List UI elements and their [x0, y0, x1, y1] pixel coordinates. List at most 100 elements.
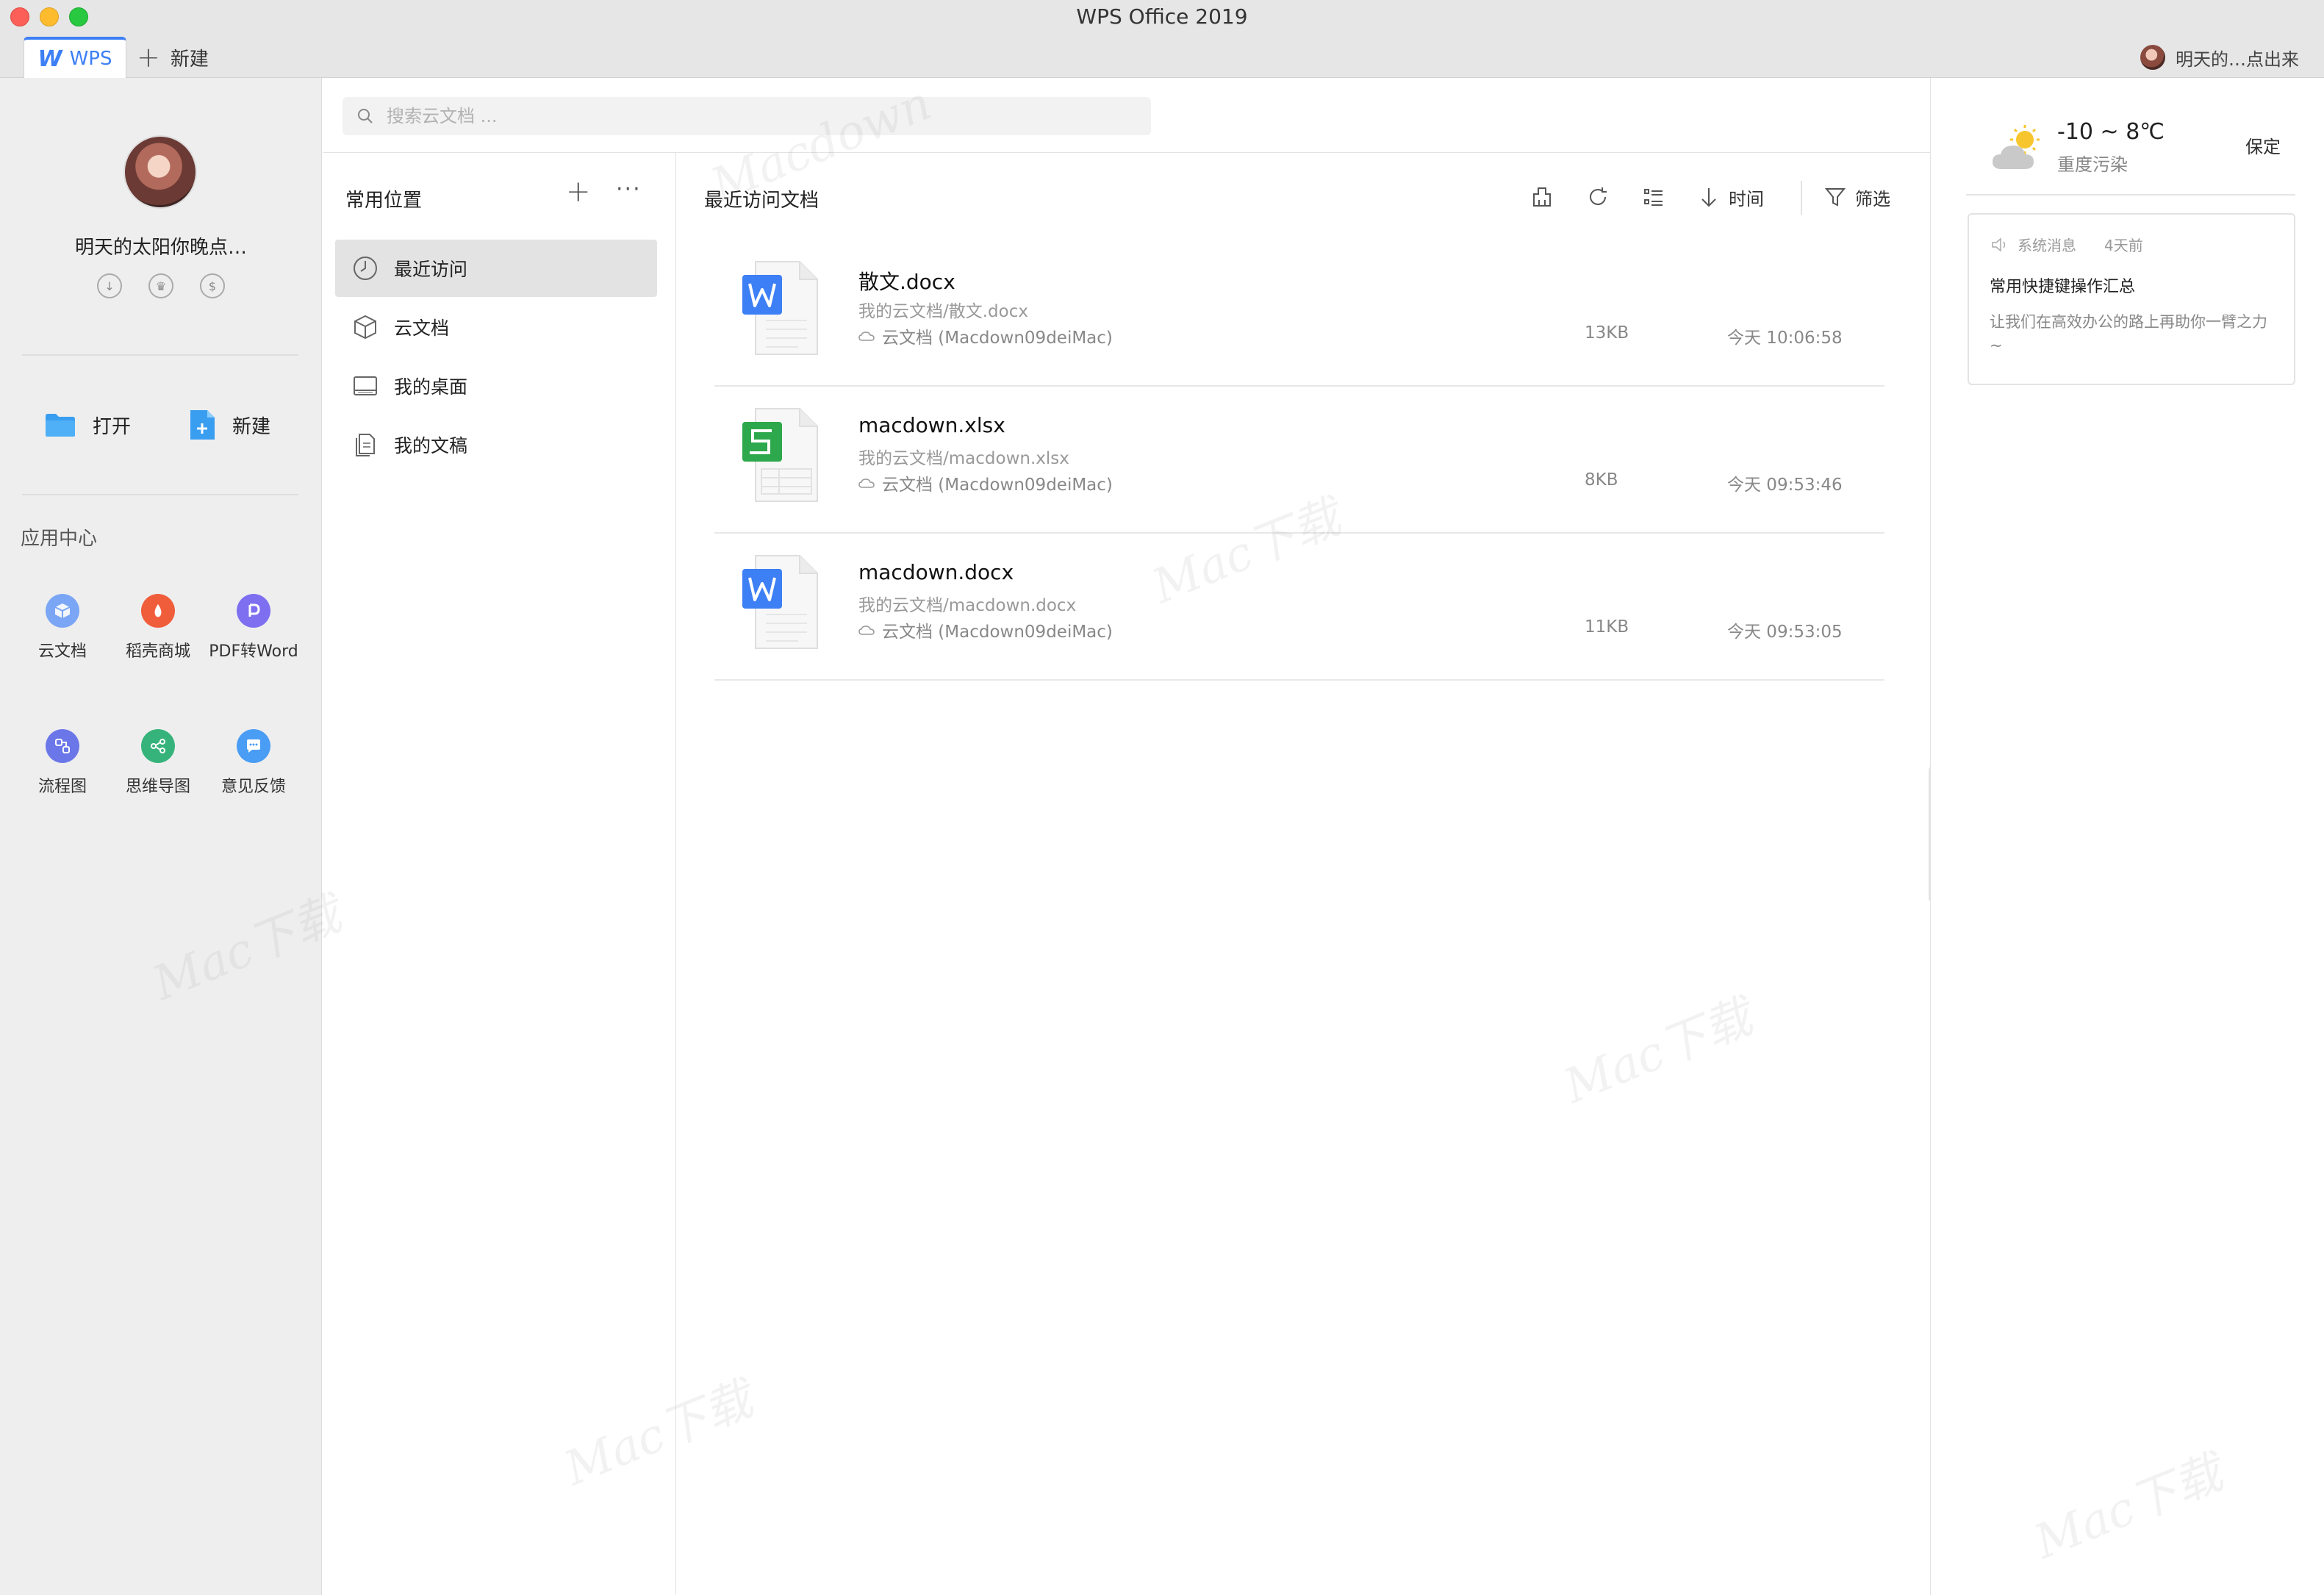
sidebar-divider	[22, 494, 298, 495]
message-age: 4天前	[2104, 237, 2143, 254]
document-path: 我的云文档/macdown.docx	[858, 596, 1077, 615]
message-category: 系统消息	[2018, 237, 2076, 254]
window-title: WPS Office 2019	[1076, 4, 1248, 29]
left-sidebar: 明天的太阳你晚点… ↓ ♛ $ 打开 新建 应用中心 云文档 稻壳商城 PDF转…	[0, 78, 322, 1595]
partly-cloudy-icon	[1993, 125, 2040, 169]
crown-badge-icon[interactable]: ♛	[148, 273, 173, 298]
list-view-button[interactable]	[1642, 181, 1665, 213]
app-label: 稻壳商城	[125, 642, 190, 661]
flowchart-icon	[46, 729, 79, 763]
cloud-doc-icon	[46, 594, 79, 628]
user-mini-avatar	[2140, 45, 2165, 70]
app-label: 意见反馈	[220, 778, 286, 796]
open-file-button[interactable]: 打开	[44, 406, 131, 444]
nav-item-desktop[interactable]: 我的桌面	[335, 357, 657, 415]
document-row[interactable]: 散文.docx 我的云文档/散文.docx 云文档 (Macdown09deiM…	[714, 240, 1884, 387]
refresh-icon	[1590, 187, 1607, 205]
nav-item-label: 我的文稿	[394, 435, 468, 456]
app-flowchart[interactable]: 流程图	[15, 729, 110, 797]
app-label: 思维导图	[125, 778, 190, 796]
more-options-button[interactable]: ···	[616, 176, 642, 202]
document-time: 今天 09:53:05	[1727, 623, 1843, 642]
document-size: 13KB	[1585, 323, 1629, 343]
sort-by-time-button[interactable]: 时间	[1698, 181, 1764, 213]
arrow-down-icon	[1701, 188, 1716, 207]
location-nav: 常用位置 + ··· 最近访问 云文档 我的桌面 我的文稿	[323, 153, 676, 1595]
new-tab-button[interactable]: + 新建	[137, 38, 209, 76]
avatar[interactable]	[123, 135, 197, 209]
document-name[interactable]: macdown.xlsx	[858, 413, 1005, 437]
filter-label: 筛选	[1855, 188, 1890, 209]
username[interactable]: 明天的太阳你晚点…	[0, 232, 322, 259]
user-account-chip[interactable]: 明天的…点出来	[2140, 43, 2299, 72]
clock-icon	[351, 254, 379, 282]
app-cloud-doc[interactable]: 云文档	[15, 594, 110, 662]
user-short-name: 明天的…点出来	[2176, 49, 2299, 70]
word-document-icon	[742, 555, 818, 649]
search-icon	[358, 109, 373, 123]
weather-city[interactable]: 保定	[2245, 132, 2281, 158]
cloud-icon	[858, 478, 875, 488]
document-size: 11KB	[1585, 617, 1629, 637]
app-mindmap[interactable]: 思维导图	[110, 729, 206, 797]
window-titlebar: WPS Office 2019	[0, 0, 2324, 35]
docer-store-icon	[141, 594, 175, 628]
document-location: 云文档 (Macdown09deiMac)	[858, 617, 1113, 642]
nav-header: 常用位置	[345, 190, 423, 212]
sidebar-divider	[22, 354, 298, 356]
download-badge-icon[interactable]: ↓	[97, 273, 122, 298]
nav-item-documents[interactable]: 我的文稿	[335, 416, 657, 473]
new-tab-label: 新建	[170, 48, 209, 71]
app-pdf-to-word[interactable]: PDF转Word	[206, 594, 301, 662]
filter-button[interactable]: 筛选	[1824, 181, 1890, 213]
toolbar-divider	[1801, 181, 1802, 215]
app-docer-store[interactable]: 稻壳商城	[110, 594, 206, 662]
sort-label: 时间	[1729, 188, 1764, 209]
refresh-button[interactable]	[1586, 181, 1610, 213]
cube-icon	[351, 313, 379, 341]
document-name[interactable]: macdown.docx	[858, 560, 1014, 584]
right-info-panel: -10 ~ 8℃ 重度污染 保定 系统消息 4天前 常用快捷键操作汇总 让我们在…	[1930, 78, 2324, 1595]
document-size: 8KB	[1585, 470, 1618, 490]
search-input[interactable]	[387, 106, 1048, 126]
add-location-button[interactable]: +	[566, 175, 591, 209]
app-feedback[interactable]: 意见反馈	[206, 729, 301, 797]
clear-button[interactable]	[1530, 181, 1554, 213]
coin-badge-icon[interactable]: $	[200, 273, 225, 298]
word-document-icon	[742, 261, 818, 355]
folder-icon	[46, 414, 75, 437]
feedback-icon	[237, 729, 270, 763]
nav-item-label: 云文档	[394, 318, 450, 339]
cloud-icon	[858, 626, 875, 635]
search-box[interactable]	[342, 97, 1151, 135]
document-row[interactable]: macdown.docx 我的云文档/macdown.docx 云文档 (Mac…	[714, 534, 1884, 681]
app-label: 云文档	[37, 642, 87, 661]
app-center-title: 应用中心	[21, 528, 98, 550]
nav-item-label: 最近访问	[394, 259, 468, 280]
weather-air-quality: 重度污染	[2057, 154, 2128, 175]
message-title[interactable]: 常用快捷键操作汇总	[1990, 273, 2135, 297]
nav-item-cloud[interactable]: 云文档	[335, 298, 657, 356]
spreadsheet-document-icon	[742, 408, 818, 502]
tab-wps-label: WPS	[69, 48, 112, 70]
document-path: 我的云文档/macdown.xlsx	[858, 449, 1069, 468]
system-message-card[interactable]: 系统消息 4天前 常用快捷键操作汇总 让我们在高效办公的路上再助你一臂之力~	[1968, 213, 2295, 385]
message-header: 系统消息 4天前	[1991, 234, 2143, 255]
plus-icon: +	[137, 41, 160, 74]
document-name[interactable]: 散文.docx	[858, 266, 955, 295]
document-location-text: 云文档 (Macdown09deiMac)	[882, 623, 1113, 642]
panel-divider	[1966, 194, 2295, 196]
app-label: 流程图	[37, 778, 87, 796]
document-time: 今天 09:53:46	[1727, 476, 1843, 495]
document-location: 云文档 (Macdown09deiMac)	[858, 470, 1113, 495]
nav-item-recent[interactable]: 最近访问	[335, 240, 657, 297]
tab-wps-home[interactable]: W WPS	[24, 37, 126, 78]
document-location: 云文档 (Macdown09deiMac)	[858, 323, 1113, 348]
filter-icon	[1824, 188, 1846, 207]
message-body: 让我们在高效办公的路上再助你一臂之力~	[1990, 313, 2267, 354]
new-document-icon	[190, 410, 215, 440]
new-file-button[interactable]: 新建	[188, 406, 270, 444]
list-view-icon	[1644, 189, 1663, 206]
document-location-text: 云文档 (Macdown09deiMac)	[882, 329, 1113, 348]
document-row[interactable]: macdown.xlsx 我的云文档/macdown.xlsx 云文档 (Mac…	[714, 387, 1884, 534]
